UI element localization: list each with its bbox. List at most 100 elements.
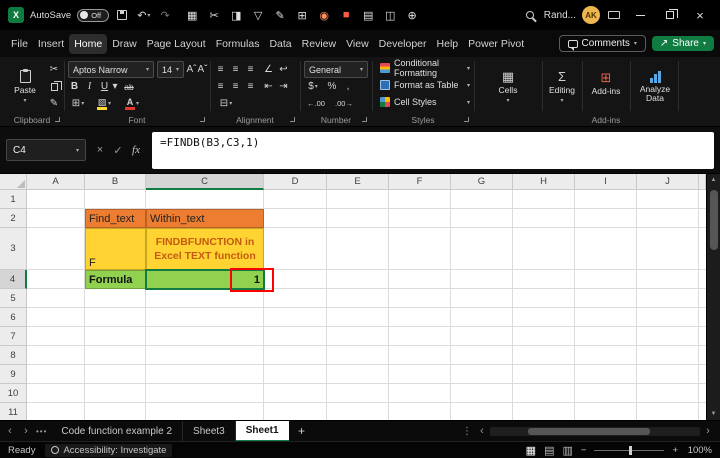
- zoom-percentage[interactable]: 100%: [686, 445, 712, 456]
- column-header-B[interactable]: B: [85, 174, 146, 190]
- sheet-tab-sheet3[interactable]: Sheet3: [183, 421, 236, 442]
- fill-color-button[interactable]: ▨ ▾: [92, 96, 116, 111]
- sheet-nav-right-icon[interactable]: ›: [20, 425, 32, 437]
- sheet-options-icon[interactable]: ⋮: [462, 426, 472, 437]
- spreadsheet-grid[interactable]: ABCDEFGHIJ1234567891011Find_textWithin_t…: [0, 174, 706, 420]
- search-button[interactable]: [524, 0, 538, 30]
- borders-icon[interactable]: ⊞: [296, 9, 309, 22]
- row-header-5[interactable]: 5: [0, 289, 27, 308]
- page-layout-view-icon[interactable]: ▤: [544, 444, 554, 457]
- column-header-A[interactable]: A: [27, 174, 85, 190]
- style-button-conditional-formatting[interactable]: Conditional Formatting▾: [378, 60, 472, 76]
- cell-B3[interactable]: F: [85, 228, 146, 270]
- decrease-font-size-button[interactable]: Aˇ: [197, 62, 208, 77]
- paste-button[interactable]: Paste ▾: [6, 61, 44, 113]
- avatar[interactable]: AK: [582, 6, 600, 24]
- horizontal-scrollbar[interactable]: ‹ ›: [476, 425, 714, 437]
- currency-format-button[interactable]: $▾: [304, 79, 322, 94]
- notebook-icon[interactable]: ▤: [362, 9, 375, 22]
- tab-developer[interactable]: Developer: [374, 34, 432, 54]
- increase-decimal-button[interactable]: ←.00: [304, 96, 328, 111]
- page-break-preview-icon[interactable]: ▥: [562, 444, 572, 457]
- sheet-nav-left-icon[interactable]: ‹: [4, 425, 16, 437]
- tab-help[interactable]: Help: [432, 34, 464, 54]
- column-header-D[interactable]: D: [264, 174, 327, 190]
- accessibility-status-button[interactable]: Accessibility: Investigate: [45, 444, 172, 457]
- horizontal-scroll-track[interactable]: [490, 427, 700, 436]
- column-header-J[interactable]: J: [637, 174, 699, 190]
- column-header-C[interactable]: C: [146, 174, 264, 190]
- zoom-in-button[interactable]: +: [672, 445, 678, 456]
- column-header-H[interactable]: H: [513, 174, 575, 190]
- tab-review[interactable]: Review: [297, 34, 341, 54]
- cells-button[interactable]: ▦ Cells ▾: [482, 61, 534, 113]
- chart-icon[interactable]: ◨: [230, 9, 243, 22]
- zoom-slider-thumb[interactable]: [629, 446, 632, 455]
- vertical-scroll-thumb[interactable]: [710, 190, 718, 250]
- row-header-4[interactable]: 4: [0, 270, 27, 289]
- vertical-scrollbar[interactable]: ▲ ▼: [706, 174, 720, 420]
- bold-button[interactable]: B: [68, 79, 81, 94]
- style-button-format-as-table[interactable]: Format as Table▾: [378, 77, 472, 93]
- undo-button[interactable]: ↶▾: [135, 0, 152, 30]
- row-header-8[interactable]: 8: [0, 346, 27, 365]
- tab-power-pivot[interactable]: Power Pivot: [463, 34, 529, 54]
- row-header-9[interactable]: 9: [0, 365, 27, 384]
- row-header-6[interactable]: 6: [0, 308, 27, 327]
- increase-indent-button[interactable]: ⇥: [277, 79, 290, 94]
- cut-button[interactable]: ✂: [46, 62, 62, 77]
- tab-formulas[interactable]: Formulas: [211, 34, 265, 54]
- percent-style-button[interactable]: %: [326, 79, 338, 94]
- increase-font-size-button[interactable]: Aˆ: [186, 62, 197, 77]
- align-left-button[interactable]: ≡: [214, 79, 227, 94]
- align-right-button[interactable]: ≡: [244, 79, 257, 94]
- sort-filter-icon[interactable]: ▽: [252, 9, 265, 22]
- cell-B2[interactable]: Find_text: [85, 209, 146, 228]
- wrap-text-button[interactable]: ↩: [277, 62, 290, 77]
- number-format-select[interactable]: General ▾: [304, 61, 368, 78]
- draw-icon[interactable]: ✎: [274, 9, 287, 22]
- column-header-G[interactable]: G: [451, 174, 513, 190]
- search-text[interactable]: Rand...: [544, 10, 576, 21]
- row-header-11[interactable]: 11: [0, 403, 27, 420]
- insert-function-button[interactable]: fx: [128, 139, 144, 161]
- redo-button[interactable]: ↷: [158, 0, 171, 30]
- tab-draw[interactable]: Draw: [107, 34, 142, 54]
- row-header-2[interactable]: 2: [0, 209, 27, 228]
- stop-recording-icon[interactable]: ■: [340, 9, 353, 21]
- column-header-I[interactable]: I: [575, 174, 637, 190]
- tab-insert[interactable]: Insert: [33, 34, 69, 54]
- scroll-up-icon[interactable]: ▲: [711, 174, 717, 186]
- cell-B4[interactable]: Formula: [85, 270, 146, 289]
- styles-dialog-launcher-icon[interactable]: [464, 117, 469, 122]
- save-button[interactable]: [115, 0, 129, 30]
- sheet-tab-sheet1[interactable]: Sheet1: [236, 421, 289, 442]
- pivot-table-icon[interactable]: ◫: [384, 9, 397, 22]
- cut-icon[interactable]: ✂: [208, 9, 221, 22]
- font-color-button[interactable]: A ▾: [120, 96, 144, 111]
- add-ins-button[interactable]: ⊞ Add-ins: [584, 61, 628, 105]
- horizontal-scroll-thumb[interactable]: [528, 428, 650, 435]
- underline-button[interactable]: U: [98, 79, 111, 94]
- close-button[interactable]: ×: [688, 0, 712, 30]
- enter-formula-button[interactable]: ✓: [110, 139, 126, 161]
- decrease-decimal-button[interactable]: .00→: [332, 96, 356, 111]
- font-size-select[interactable]: 14 ▾: [157, 61, 184, 78]
- autosave-toggle[interactable]: Off: [77, 9, 109, 22]
- cancel-formula-button[interactable]: ×: [92, 139, 108, 161]
- share-button[interactable]: ↗ Share ▾: [652, 36, 714, 51]
- zoom-slider[interactable]: [594, 450, 664, 451]
- italic-button[interactable]: I: [83, 79, 96, 94]
- sheet-tab-code-function-example-2[interactable]: Code function example 2: [51, 421, 183, 442]
- add-user-icon[interactable]: ⊕: [406, 9, 419, 22]
- normal-view-icon[interactable]: ▦: [526, 444, 536, 457]
- cell-C3[interactable]: FINDBFUNCTION inExcel TEXT function: [146, 228, 264, 270]
- borders-button[interactable]: ⊞▾: [68, 96, 88, 111]
- decrease-indent-button[interactable]: ⇤: [262, 79, 275, 94]
- name-box[interactable]: C4 ▾: [6, 139, 86, 161]
- tab-page-layout[interactable]: Page Layout: [142, 34, 211, 54]
- editing-button[interactable]: Σ Editing ▾: [544, 61, 580, 113]
- merge-center-button[interactable]: ⊟▾: [214, 96, 238, 111]
- row-header-3[interactable]: 3: [0, 228, 27, 270]
- comma-style-button[interactable]: ,: [342, 79, 354, 94]
